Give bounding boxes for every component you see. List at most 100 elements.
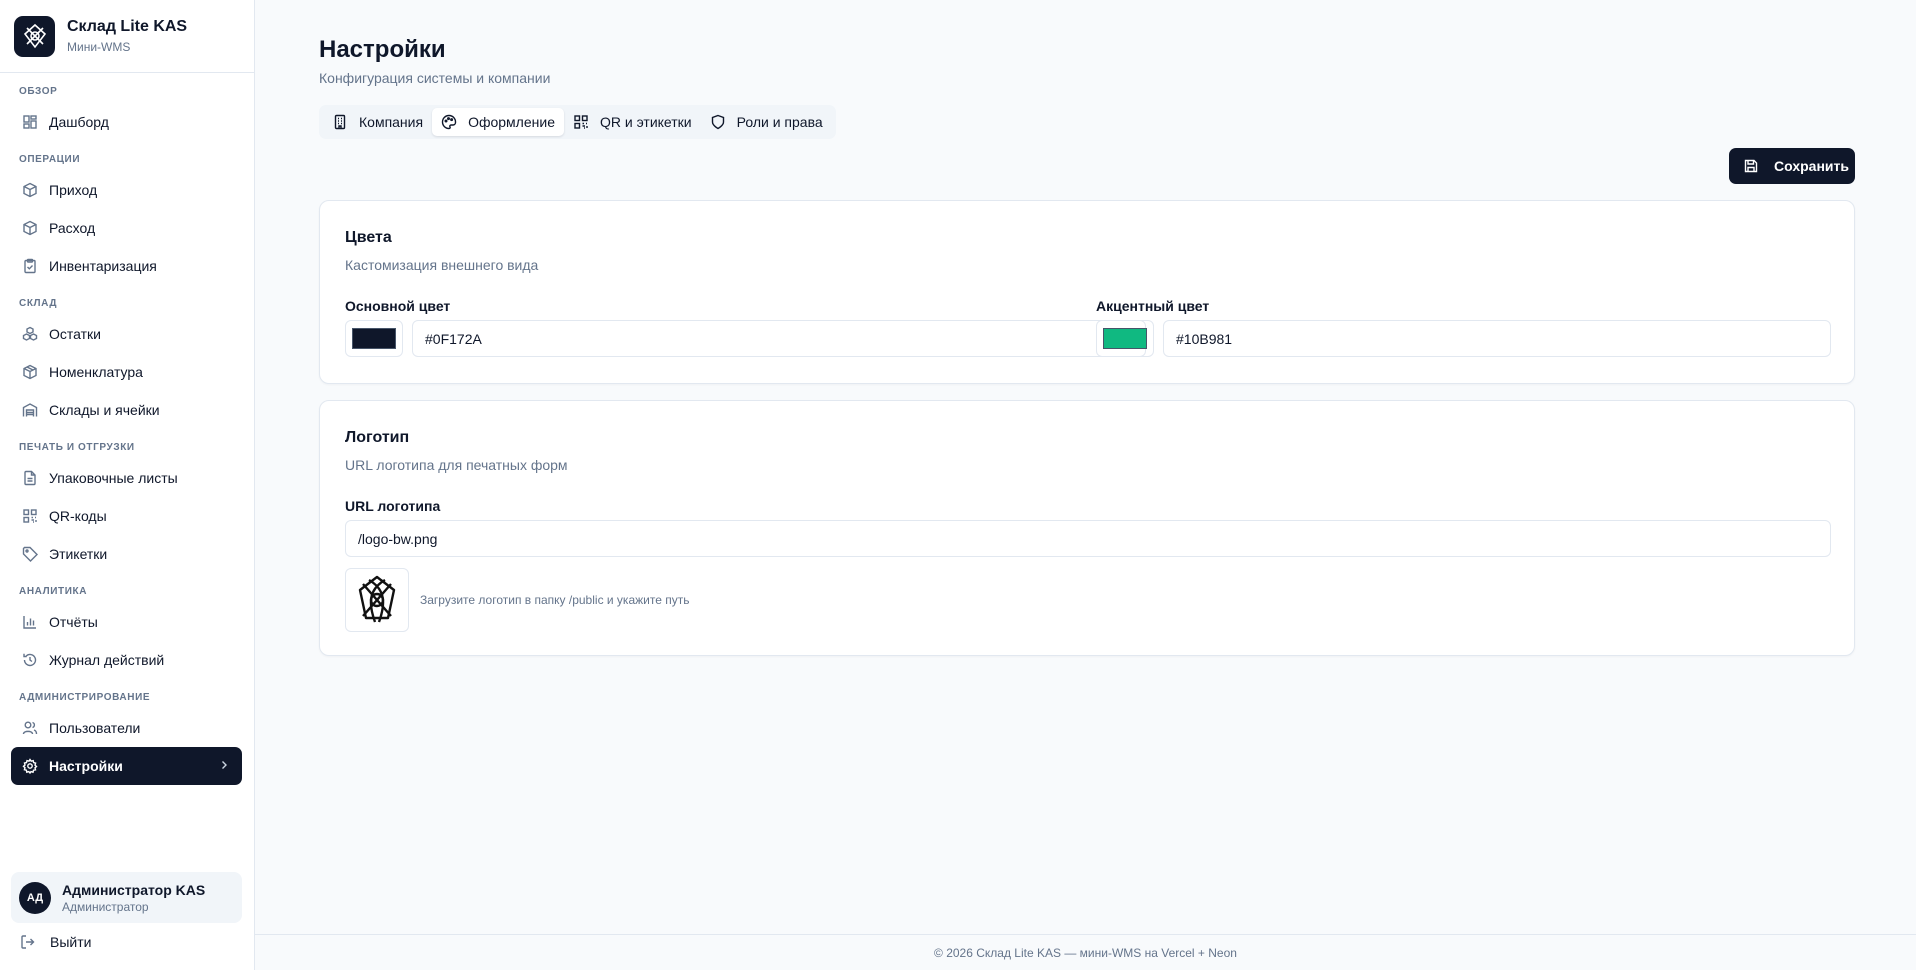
logo-url-input[interactable]: /logo-bw.png [345, 520, 1831, 557]
warehouse-icon [22, 402, 38, 418]
sidebar-item-label: QR-коды [49, 508, 107, 524]
card-title: Логотип [345, 429, 410, 446]
nav-section-label: ПЕЧАТЬ И ОТГРУЗКИ [19, 442, 135, 453]
tab-label: Компания [359, 114, 424, 130]
sidebar-item-label: Настройки [49, 758, 123, 774]
file-text-icon [22, 470, 38, 486]
sidebar-item-catalog[interactable]: Номенклатура [11, 353, 242, 391]
save-icon [1743, 158, 1759, 174]
logo-preview-image [345, 568, 409, 632]
history-icon [22, 652, 38, 668]
sidebar-item-label: Инвентаризация [49, 258, 157, 274]
tab-label: Роли и права [736, 114, 823, 130]
sidebar-item-label: Отчёты [49, 614, 98, 630]
sidebar-item-label: Пользователи [49, 720, 141, 736]
logout-label: Выйти [50, 934, 92, 950]
card-description: Кастомизация внешнего вида [345, 257, 539, 273]
tab-label: QR и этикетки [599, 114, 692, 130]
sidebar-item-packing-lists[interactable]: Упаковочные листы [11, 459, 242, 497]
sidebar-item-users[interactable]: Пользователи [11, 709, 242, 747]
accent-color-swatch [1103, 328, 1147, 349]
nav-section-label: АНАЛИТИКА [19, 586, 88, 597]
brand-subtitle: Мини-WMS [67, 40, 131, 54]
sidebar-item-label: Этикетки [49, 546, 108, 562]
sidebar-item-label: Склады и ячейки [49, 402, 160, 418]
qr-icon [22, 508, 38, 524]
page-title: Настройки [319, 36, 446, 63]
bar-chart-icon [22, 614, 38, 630]
boxes-icon [22, 326, 38, 342]
sidebar: Склад Lite KAS Мини-WMS ОБЗОР Дашборд ОП… [0, 0, 255, 970]
chevron-right-icon [218, 758, 230, 774]
shield-icon [710, 114, 726, 130]
sidebar-item-stock[interactable]: Остатки [11, 315, 242, 353]
sidebar-item-warehouses[interactable]: Склады и ячейки [11, 391, 242, 429]
nav-section-label: ОБЗОР [19, 86, 58, 97]
sidebar-item-audit-log[interactable]: Журнал действий [11, 641, 242, 679]
sidebar-item-inventory[interactable]: Инвентаризация [11, 247, 242, 285]
building-icon [332, 114, 348, 130]
brand-title: Склад Lite KAS [67, 18, 188, 35]
logo-hint: Загрузите логотип в папку /public и укаж… [420, 593, 690, 607]
sidebar-item-dashboard[interactable]: Дашборд [11, 103, 242, 141]
sidebar-item-label: Остатки [49, 326, 101, 342]
user-name: Администратор KAS [62, 881, 206, 898]
tab-qr-labels[interactable]: QR и этикетки [564, 108, 701, 136]
box-out-icon [22, 220, 38, 236]
sidebar-item-reports[interactable]: Отчёты [11, 603, 242, 641]
gear-icon [22, 758, 38, 774]
accent-color-input[interactable]: #10B981 [1163, 320, 1831, 357]
page-subtitle: Конфигурация системы и компании [319, 70, 551, 86]
accent-color-label: Акцентный цвет [1096, 298, 1210, 314]
card-description: URL логотипа для печатных форм [345, 457, 568, 473]
tab-company[interactable]: Компания [323, 108, 432, 136]
sidebar-item-label: Расход [49, 220, 96, 236]
sidebar-item-label: Журнал действий [49, 652, 165, 668]
package-icon [22, 364, 38, 380]
brand-logo [14, 15, 55, 57]
qr-icon [573, 114, 589, 130]
user-role: Администратор [62, 899, 149, 914]
logo-url-label: URL логотипа [345, 498, 441, 514]
primary-color-swatch [352, 328, 396, 349]
tab-roles[interactable]: Роли и права [701, 108, 832, 136]
nav-section-label: СКЛАД [19, 298, 58, 309]
sidebar-item-labels[interactable]: Этикетки [11, 535, 242, 573]
tab-label: Оформление [468, 114, 555, 130]
primary-color-label: Основной цвет [345, 298, 451, 314]
palette-icon [441, 114, 457, 130]
sidebar-item-qr-codes[interactable]: QR-коды [11, 497, 242, 535]
sidebar-item-incoming[interactable]: Приход [11, 171, 242, 209]
settings-tabs: Компания Оформление QR и этикетки Роли и… [319, 105, 836, 139]
colors-card: Цвета Кастомизация внешнего вида Основно… [319, 200, 1855, 384]
sidebar-item-label: Номенклатура [49, 364, 143, 380]
sidebar-item-label: Приход [49, 182, 98, 198]
clipboard-check-icon [22, 258, 38, 274]
logout-button[interactable]: Выйти [20, 934, 91, 950]
primary-color-picker[interactable] [345, 320, 403, 357]
avatar: АД [19, 881, 51, 914]
card-title: Цвета [345, 229, 392, 246]
user-card[interactable]: АД Администратор KAS Администратор [11, 872, 242, 923]
nav-section-label: АДМИНИСТРИРОВАНИЕ [19, 692, 151, 703]
main-content: Настройки Конфигурация системы и компани… [255, 0, 1916, 970]
tab-appearance[interactable]: Оформление [432, 108, 564, 136]
brand-header: Склад Lite KAS Мини-WMS [0, 0, 254, 73]
primary-color-input[interactable]: #0F172A [412, 320, 1146, 357]
box-in-icon [22, 182, 38, 198]
save-button[interactable]: Сохранить [1729, 148, 1855, 184]
dashboard-icon [22, 114, 38, 130]
nav-section-label: ОПЕРАЦИИ [19, 154, 81, 165]
save-label: Сохранить [1774, 158, 1849, 174]
logo-card: Логотип URL логотипа для печатных форм U… [319, 400, 1855, 656]
sidebar-item-label: Дашборд [49, 114, 109, 130]
logout-icon [20, 934, 36, 950]
footer: © 2026 Склад Lite KAS — мини-WMS на Verc… [255, 934, 1916, 970]
accent-color-picker[interactable] [1096, 320, 1154, 357]
sidebar-item-settings[interactable]: Настройки [11, 747, 242, 785]
tag-icon [22, 546, 38, 562]
sidebar-nav: ОБЗОР Дашборд ОПЕРАЦИИ Приход Расход Инв… [0, 73, 254, 785]
sidebar-item-outgoing[interactable]: Расход [11, 209, 242, 247]
users-icon [22, 720, 38, 736]
sidebar-item-label: Упаковочные листы [49, 470, 178, 486]
